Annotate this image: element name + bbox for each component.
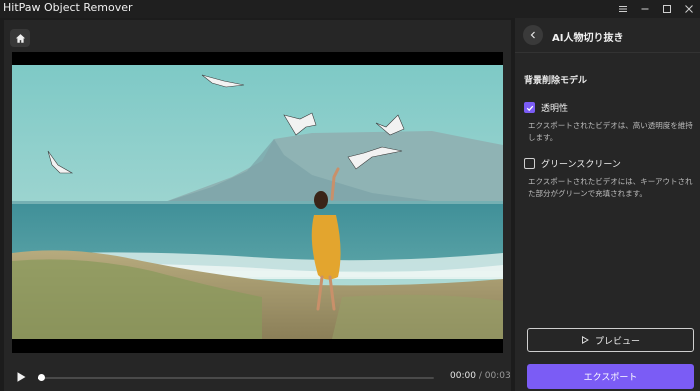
maximize-icon — [663, 5, 671, 13]
home-button[interactable] — [10, 29, 30, 47]
settings-panel: AI人物切り抜き 背景削除モデル 透明性 エクスポートされたビデオは、高い透明度… — [515, 18, 700, 391]
transparency-checkbox[interactable] — [524, 102, 535, 113]
app-title: HitPaw Object Remover — [3, 1, 133, 14]
video-preview-image — [12, 65, 503, 339]
divider — [515, 52, 700, 53]
play-icon — [17, 372, 26, 382]
export-button[interactable]: エクスポート — [527, 364, 694, 389]
video-frame[interactable] — [12, 52, 503, 353]
total-time: 00:03 — [484, 371, 511, 381]
transparency-label[interactable]: 透明性 — [541, 101, 568, 114]
preview-button[interactable]: プレビュー — [527, 328, 694, 352]
title-bar: HitPaw Object Remover — [0, 0, 700, 18]
preview-label: プレビュー — [594, 336, 640, 347]
green-screen-description: エクスポートされたビデオには、キーアウトされた部分がグリーンで充填されます。 — [528, 177, 693, 198]
minimize-button[interactable] — [634, 0, 656, 18]
timeline-handle[interactable] — [38, 374, 46, 381]
option-transparency: 透明性 エクスポートされたビデオは、高い透明度を維持します。 — [524, 101, 694, 144]
section-title: 背景削除モデル — [524, 76, 588, 86]
current-time: 00:00 — [450, 371, 476, 381]
play-outline-icon — [582, 336, 589, 344]
green-screen-label[interactable]: グリーンスクリーン — [541, 157, 621, 170]
back-button[interactable] — [523, 25, 543, 45]
window-controls — [612, 0, 700, 18]
video-panel: 00:00 / 00:03 — [4, 20, 511, 391]
timeline-slider[interactable] — [38, 374, 434, 381]
green-screen-checkbox[interactable] — [524, 158, 535, 169]
time-display: 00:00 / 00:03 — [450, 371, 511, 381]
close-button[interactable] — [678, 0, 700, 18]
transparency-description: エクスポートされたビデオは、高い透明度を維持します。 — [528, 121, 693, 142]
time-separator: / — [478, 371, 482, 381]
panel-title: AI人物切り抜き — [552, 33, 624, 44]
close-icon — [685, 5, 693, 13]
player-controls: 00:00 / 00:03 — [4, 365, 511, 391]
minimize-icon — [641, 8, 649, 10]
menu-icon — [619, 6, 627, 12]
maximize-button[interactable] — [656, 0, 678, 18]
checkmark-icon — [526, 105, 533, 111]
menu-button[interactable] — [612, 0, 634, 18]
back-chevron-icon — [530, 31, 535, 39]
home-icon — [15, 33, 25, 43]
play-button[interactable] — [14, 370, 28, 384]
option-green-screen: グリーンスクリーン エクスポートされたビデオには、キーアウトされた部分がグリーン… — [524, 157, 694, 200]
export-label: エクスポート — [583, 373, 638, 383]
